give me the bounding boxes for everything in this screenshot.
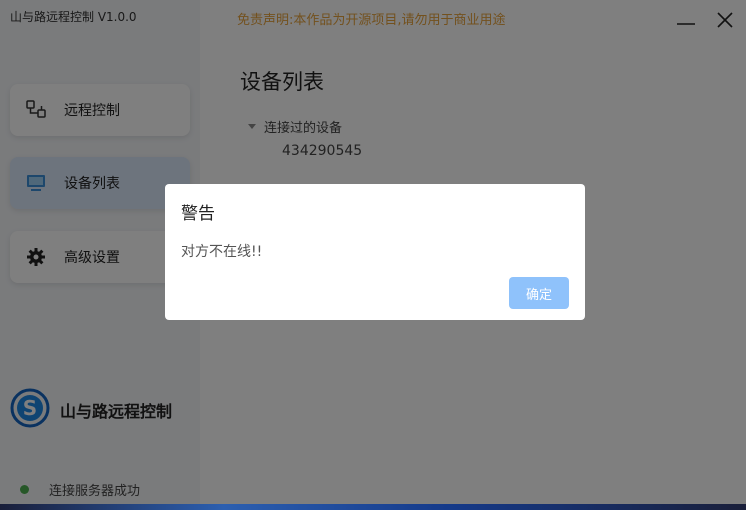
- app-window: 山与路远程控制 V1.0.0 远程控制 设备列表: [0, 0, 746, 510]
- confirm-button[interactable]: 确定: [509, 277, 569, 309]
- warning-dialog: 警告 对方不在线!! 确定: [165, 184, 585, 320]
- dialog-title: 警告: [181, 204, 215, 224]
- desktop-wallpaper-strip: [0, 504, 746, 510]
- dialog-message: 对方不在线!!: [181, 244, 263, 260]
